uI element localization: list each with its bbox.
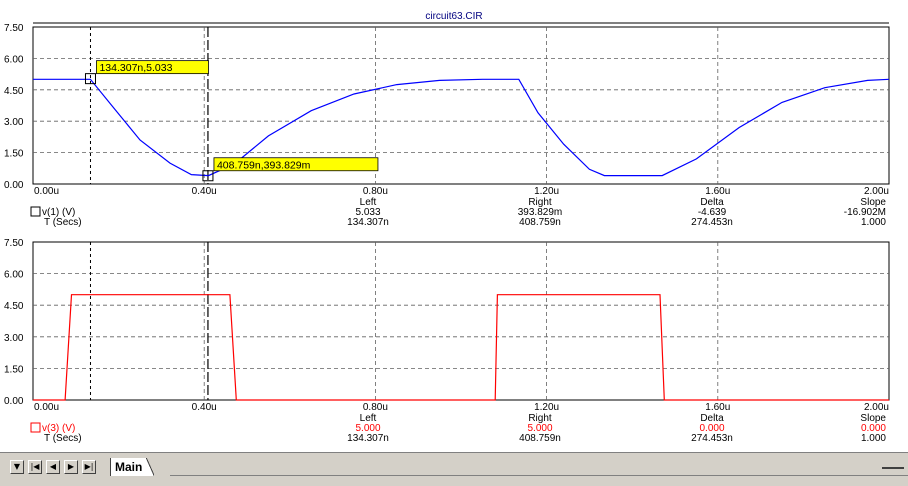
x-tick-label: 1.60u bbox=[705, 186, 730, 197]
tab-main[interactable]: Main bbox=[110, 458, 155, 476]
readout-x-label: T (Secs) bbox=[44, 433, 82, 444]
prev-tab-button[interactable]: ◀ bbox=[46, 460, 60, 474]
x-tick-label: 0.40u bbox=[192, 402, 217, 413]
x-tick-label: 0.00u bbox=[34, 402, 59, 413]
x-tick-label: 0.80u bbox=[363, 186, 388, 197]
x-tick-label: 1.60u bbox=[705, 402, 730, 413]
readout-x-value: 134.307n bbox=[347, 433, 389, 444]
resize-handle[interactable] bbox=[882, 467, 904, 469]
readout-x-value: 1.000 bbox=[861, 217, 886, 228]
readout-x-value: 408.759n bbox=[519, 433, 561, 444]
x-tick-label: 1.20u bbox=[534, 186, 559, 197]
y-tick-label: 7.50 bbox=[4, 23, 24, 34]
cursor-value-label: 134.307n,5.033 bbox=[99, 62, 172, 74]
readout-x-value: 1.000 bbox=[861, 433, 886, 444]
next-tab-button[interactable]: ▶ bbox=[64, 460, 78, 474]
last-tab-button[interactable]: ▶| bbox=[82, 460, 96, 474]
readout-x-value: 408.759n bbox=[519, 217, 561, 228]
y-tick-label: 1.50 bbox=[4, 364, 24, 375]
tab-bar: ▼ |◀ ◀ ▶ ▶| Main bbox=[0, 452, 908, 486]
readout-x-value: 134.307n bbox=[347, 217, 389, 228]
y-tick-label: 0.00 bbox=[4, 180, 24, 191]
readout-x-value: 274.453n bbox=[691, 217, 733, 228]
tab-divider bbox=[170, 475, 908, 476]
trace-legend-icon bbox=[30, 206, 41, 217]
y-tick-label: 0.00 bbox=[4, 396, 24, 407]
y-tick-label: 3.00 bbox=[4, 333, 24, 344]
x-tick-label: 2.00u bbox=[864, 186, 889, 197]
readout-x-label: T (Secs) bbox=[44, 217, 82, 228]
y-tick-label: 6.00 bbox=[4, 54, 24, 65]
tab-menu-button[interactable]: ▼ bbox=[10, 460, 24, 474]
y-tick-label: 4.50 bbox=[4, 86, 24, 97]
first-tab-button[interactable]: |◀ bbox=[28, 460, 42, 474]
x-tick-label: 2.00u bbox=[864, 402, 889, 413]
y-tick-label: 4.50 bbox=[4, 301, 24, 312]
plot-area[interactable]: circuit63.CIR 7.50 6.00 4.50 3.00 1.50 0.00 0.… bbox=[0, 0, 908, 452]
y-tick-label: 1.50 bbox=[4, 149, 24, 160]
x-tick-label: 0.80u bbox=[363, 402, 388, 413]
readout-x-value: 274.453n bbox=[691, 433, 733, 444]
x-tick-label: 0.00u bbox=[34, 186, 59, 197]
window-title: circuit63.CIR bbox=[425, 11, 482, 22]
x-tick-label: 1.20u bbox=[534, 402, 559, 413]
y-tick-label: 7.50 bbox=[4, 238, 24, 249]
y-tick-label: 3.00 bbox=[4, 117, 24, 128]
x-tick-label: 0.40u bbox=[192, 186, 217, 197]
y-tick-label: 6.00 bbox=[4, 270, 24, 281]
trace-legend-icon bbox=[30, 422, 41, 433]
cursor-value-label: 408.759n,393.829m bbox=[217, 159, 311, 171]
